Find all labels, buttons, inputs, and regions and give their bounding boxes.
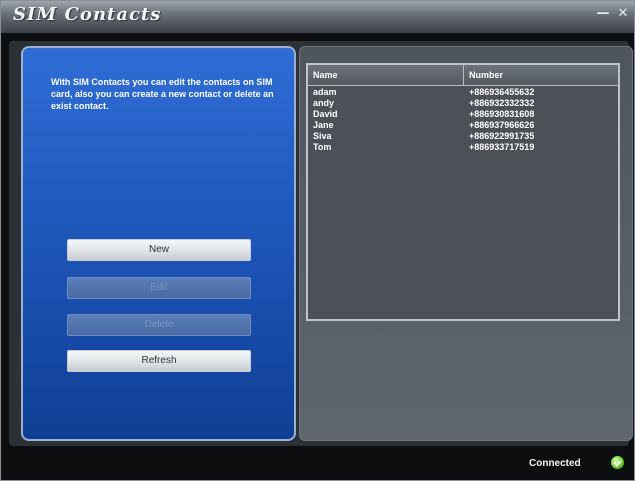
close-icon[interactable]: ✕ — [615, 6, 631, 22]
table-row[interactable]: Siva +886922991735 — [308, 131, 618, 142]
description-text: With SIM Contacts you can edit the conta… — [51, 77, 274, 111]
title-bar[interactable]: SIM Contacts — ✕ — [1, 1, 634, 33]
contact-number: +886937966626 — [469, 120, 535, 130]
minimize-icon[interactable]: — — [595, 6, 611, 22]
actions-panel: With SIM Contacts you can edit the conta… — [21, 46, 296, 441]
table-body: adam +886936455632 andy +886932332332 Da… — [308, 87, 618, 153]
refresh-button[interactable]: Refresh — [67, 350, 251, 372]
contacts-panel: Name Number adam +886936455632 andy +886… — [299, 46, 633, 441]
table-row[interactable]: David +886930831608 — [308, 109, 618, 120]
table-row[interactable]: Jane +886937966626 — [308, 120, 618, 131]
edit-button[interactable]: Edit — [67, 277, 251, 299]
contact-number: +886932332332 — [469, 98, 535, 108]
check-circle-icon — [611, 456, 624, 469]
contacts-table[interactable]: Name Number adam +886936455632 andy +886… — [306, 63, 620, 321]
contact-name: Siva — [313, 131, 332, 141]
contact-name: David — [313, 109, 338, 119]
table-row[interactable]: Tom +886933717519 — [308, 142, 618, 153]
column-header-name[interactable]: Name — [308, 65, 464, 85]
contact-name: Jane — [313, 120, 334, 130]
table-row[interactable]: adam +886936455632 — [308, 87, 618, 98]
window-title: SIM Contacts — [13, 4, 162, 25]
contact-name: andy — [313, 98, 335, 108]
contact-number: +886930831608 — [469, 109, 535, 119]
sim-contacts-window: SIM Contacts — ✕ With SIM Contacts you c… — [0, 0, 635, 481]
contact-number: +886933717519 — [469, 142, 535, 152]
delete-button[interactable]: Delete — [67, 314, 251, 336]
contact-number: +886922991735 — [469, 131, 535, 141]
contact-name: Tom — [313, 142, 332, 152]
table-header: Name Number — [308, 65, 618, 86]
column-header-number[interactable]: Number — [464, 65, 618, 85]
new-button[interactable]: New — [67, 239, 251, 261]
contact-name: adam — [313, 87, 337, 97]
table-row[interactable]: andy +886932332332 — [308, 98, 618, 109]
contact-number: +886936455632 — [469, 87, 535, 97]
connection-status: Connected — [529, 458, 581, 469]
